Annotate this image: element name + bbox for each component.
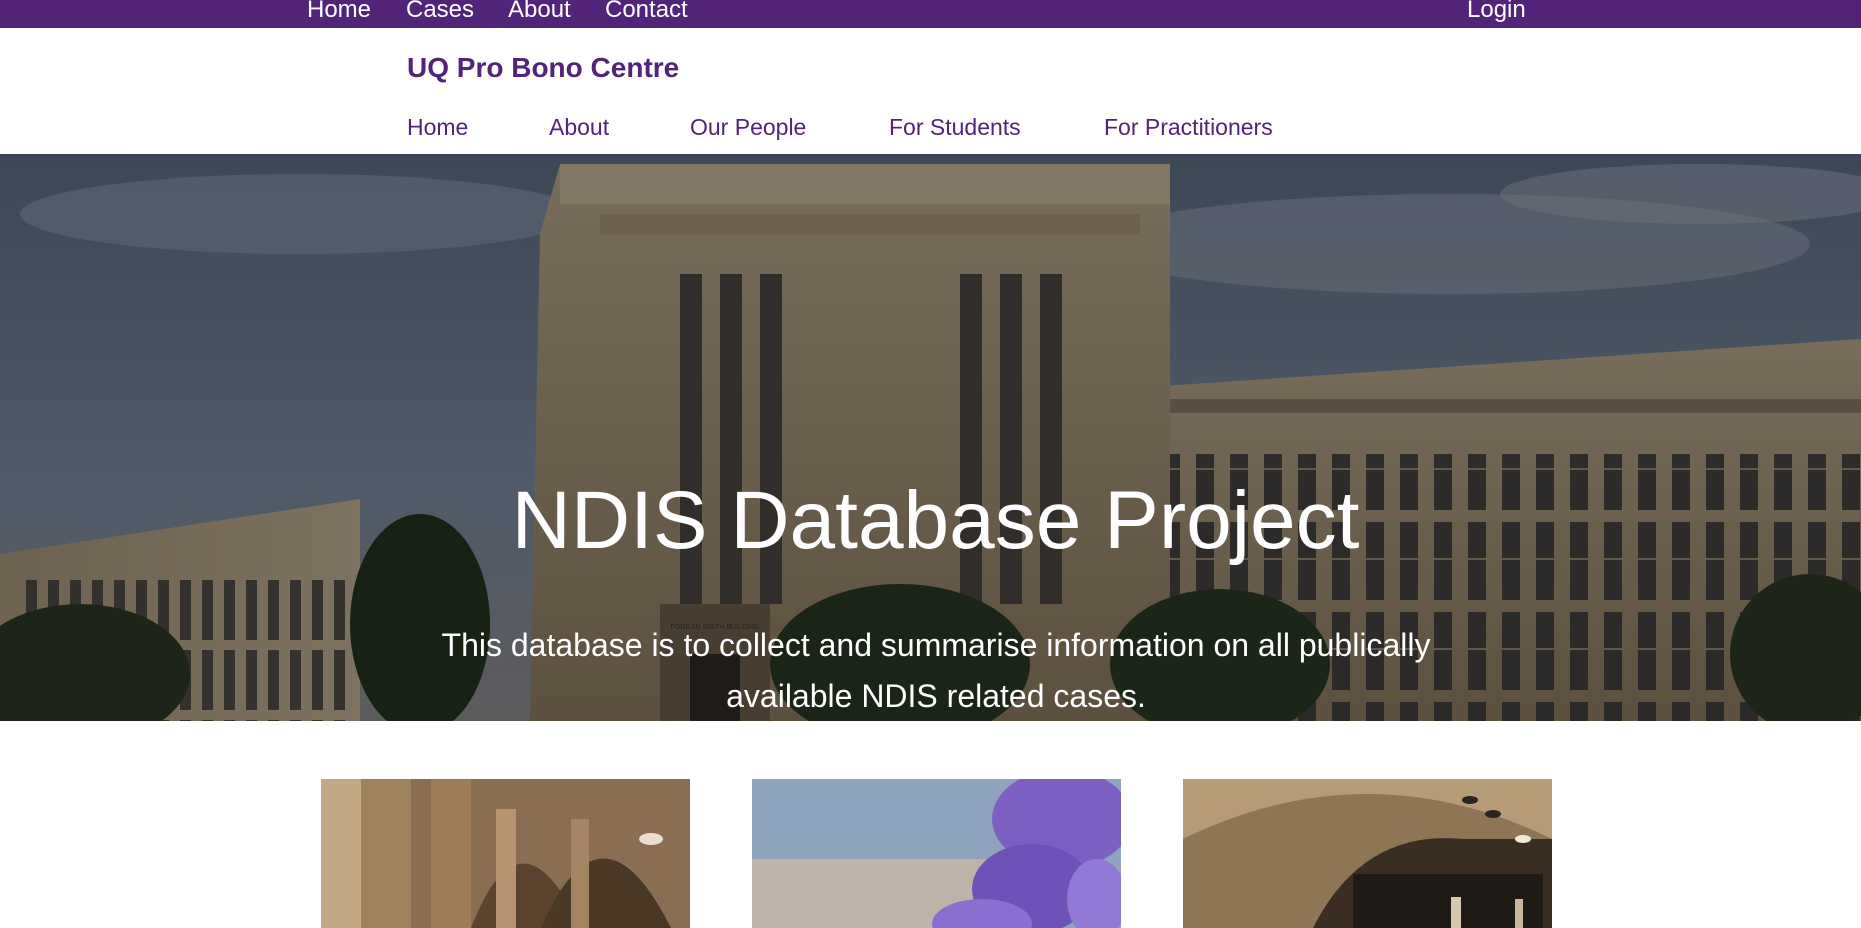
hero-title: NDIS Database Project <box>511 475 1360 566</box>
topbar-link-contact[interactable]: Contact <box>605 0 688 24</box>
feature-card-jacaranda[interactable] <box>752 779 1121 928</box>
sandstone-cloisters-image <box>321 779 690 928</box>
nav-item-home[interactable]: Home <box>407 114 468 141</box>
topbar-link-cases[interactable]: Cases <box>406 0 474 24</box>
hero-subtitle: This database is to collect and summaris… <box>441 627 1431 714</box>
jacaranda-flowers-image <box>752 779 1121 928</box>
library-interior-image <box>1183 779 1552 928</box>
nav-item-our-people[interactable]: Our People <box>690 114 806 141</box>
topbar-link-about[interactable]: About <box>508 0 571 24</box>
top-utility-bar: Home Cases About Contact Login <box>0 0 1861 28</box>
nav-item-for-practitioners[interactable]: For Practitioners <box>1104 114 1273 141</box>
nav-item-about[interactable]: About <box>549 114 609 141</box>
feature-card-library[interactable] <box>1183 779 1552 928</box>
site-brand[interactable]: UQ Pro Bono Centre <box>407 52 679 84</box>
hero-banner: FORGAN SMITH BUILDING NDIS Database Proj… <box>0 154 1861 721</box>
topbar-link-home[interactable]: Home <box>307 0 371 24</box>
nav-item-for-students[interactable]: For Students <box>889 114 1021 141</box>
feature-card-cloisters[interactable] <box>321 779 690 928</box>
login-link[interactable]: Login <box>1467 0 1526 24</box>
